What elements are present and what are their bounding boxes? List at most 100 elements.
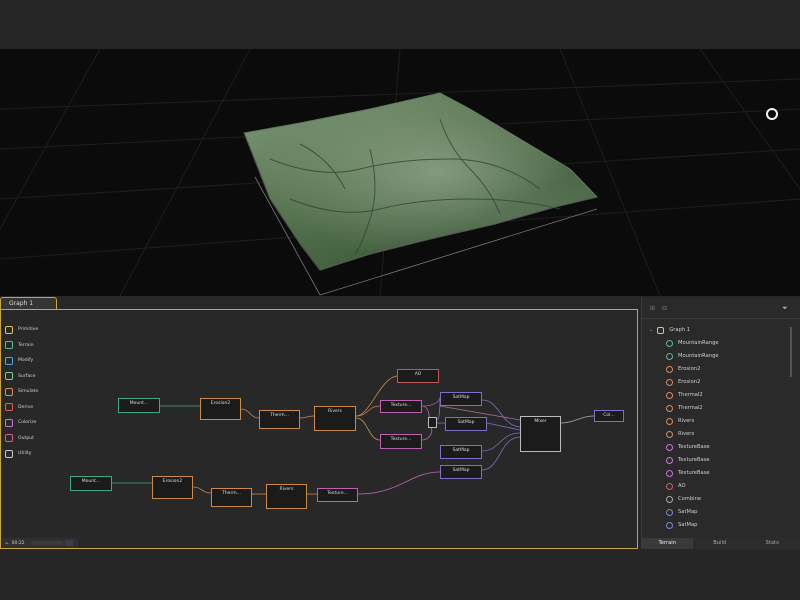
expand-icon[interactable]: ⊞ [650, 305, 655, 312]
tree-item-label: Erosion2 [678, 379, 701, 385]
panel-tabs: Terrain Build Stats [641, 538, 800, 549]
node-title: Col... [603, 413, 615, 418]
progress-button[interactable] [64, 540, 73, 546]
tree-item[interactable]: Erosion2 [666, 363, 700, 375]
status-bar: ⌁ 00:22 [2, 538, 78, 548]
node-combine[interactable] [428, 417, 437, 428]
node-erosion-2[interactable]: Erosion2 [152, 476, 193, 499]
node-title: Therm... [270, 413, 289, 418]
mountain-icon [666, 339, 673, 347]
hierarchy-panel: ⊞ ⊟ ⏷ ⌄ Graph 1 MountainRange MountainRan… [641, 297, 800, 549]
hierarchy-toolbar: ⊞ ⊟ ⏷ [642, 302, 800, 317]
thermal-icon [666, 404, 673, 412]
node-title: Erosion2 [162, 479, 183, 484]
node-title: Rivers [327, 409, 342, 414]
tree-item[interactable]: MountainRange [666, 337, 719, 349]
tree-item[interactable]: Thermal2 [666, 389, 703, 401]
hierarchy-scrollbar[interactable] [790, 327, 792, 377]
tree-item-label: TextureBase [678, 470, 710, 476]
node-mountain-range-1[interactable]: Mount... [118, 398, 160, 413]
graph-icon [657, 326, 665, 334]
node-texture-1[interactable]: Texture... [380, 400, 422, 413]
node-satmap-1[interactable]: SatMap [440, 392, 482, 406]
combine-icon [666, 495, 673, 503]
node-title: SatMap [452, 468, 470, 473]
erosion-icon [666, 365, 673, 373]
viewport-status-ring-icon[interactable] [766, 108, 778, 120]
node-ao[interactable]: AO [397, 369, 439, 383]
node-thermal-2[interactable]: Therm... [211, 488, 252, 507]
tree-item-label: Thermal2 [678, 392, 703, 398]
tree-item-label: SatMap [678, 509, 698, 515]
node-rivers-2[interactable]: Rivers [266, 484, 307, 509]
tab-terrain[interactable]: Terrain [641, 538, 694, 549]
node-satmap-4[interactable]: SatMap [440, 465, 482, 479]
mountain-icon [666, 352, 673, 360]
tree-root-label: Graph 1 [669, 327, 691, 333]
node-title: Erosion2 [210, 401, 231, 406]
tree-item-label: Rivers [678, 431, 695, 437]
tab-build[interactable]: Build [693, 538, 745, 549]
node-mountain-range-2[interactable]: Mount... [70, 476, 112, 491]
filter-icon[interactable]: ⏷ [782, 304, 788, 313]
tree-item-label: Thermal2 [678, 405, 703, 411]
satmap-icon [666, 521, 673, 529]
node-satmap-2[interactable]: SatMap [445, 417, 487, 431]
tree-item-label: MountainRange [678, 353, 719, 359]
node-title: SatMap [452, 448, 470, 453]
tree-item-label: Erosion2 [678, 366, 701, 372]
node-rivers-1[interactable]: Rivers [314, 406, 356, 431]
texture-icon [666, 456, 673, 464]
tree-item-label: Rivers [678, 418, 695, 424]
tree-item[interactable]: Rivers [666, 428, 694, 440]
tree-item[interactable]: MountainRange [666, 350, 719, 362]
node-mixer[interactable]: Mixer [520, 416, 561, 452]
node-satmap-3[interactable]: SatMap [440, 445, 482, 459]
node-color-output[interactable]: Col... [594, 410, 624, 422]
tree-item-label: MountainRange [678, 340, 719, 346]
node-texture-2[interactable]: Texture... [380, 434, 422, 449]
tree-item[interactable]: TextureBase [666, 454, 710, 466]
erosion-icon [666, 378, 673, 386]
tree-item[interactable]: SatMap [666, 519, 697, 531]
tree-item[interactable]: SatMap [666, 506, 697, 518]
tree-item-label: TextureBase [678, 457, 710, 463]
node-title: Therm... [222, 491, 241, 496]
thermal-icon [666, 391, 673, 399]
rivers-icon [666, 430, 673, 438]
node-erosion-1[interactable]: Erosion2 [200, 398, 241, 420]
collapse-icon[interactable]: ⊟ [662, 305, 667, 312]
tree-item-label: AO [678, 483, 686, 489]
activity-icon: ⌁ [5, 539, 9, 547]
tree-item[interactable]: TextureBase [666, 467, 710, 479]
tab-stats[interactable]: Stats [746, 538, 798, 549]
node-title: Texture... [390, 437, 412, 442]
tree-item[interactable]: Erosion2 [666, 376, 700, 388]
build-time: 00:22 [11, 540, 25, 546]
rivers-icon [666, 417, 673, 425]
tree-item[interactable]: AO [666, 480, 686, 492]
node-title: Mixer [534, 419, 547, 424]
tree-root-graph[interactable]: ⌄ Graph 1 [649, 324, 690, 336]
ao-icon [666, 482, 673, 490]
tree-item-label: TextureBase [678, 444, 710, 450]
node-thermal-1[interactable]: Therm... [259, 410, 300, 429]
texture-icon [666, 443, 673, 451]
tree-item[interactable]: Combine [666, 493, 701, 505]
node-title: SatMap [457, 420, 475, 425]
tree-item[interactable]: TextureBase [666, 441, 710, 453]
tree-item[interactable]: Thermal2 [666, 402, 703, 414]
tree-item[interactable]: Rivers [666, 415, 694, 427]
node-texture-3[interactable]: Texture... [317, 488, 358, 502]
progress-bar [30, 541, 63, 545]
satmap-icon [666, 508, 673, 516]
node-title: AO [414, 372, 422, 377]
node-title: Texture... [327, 491, 348, 496]
node-title: Mount... [81, 479, 101, 484]
node-title: Texture... [390, 403, 412, 408]
chevron-down-icon: ⌄ [649, 327, 654, 333]
tree-item-label: SatMap [678, 522, 698, 528]
node-title: Rivers [279, 487, 294, 492]
tree-item-label: Combine [678, 496, 702, 502]
node-title: Mount... [129, 401, 149, 406]
